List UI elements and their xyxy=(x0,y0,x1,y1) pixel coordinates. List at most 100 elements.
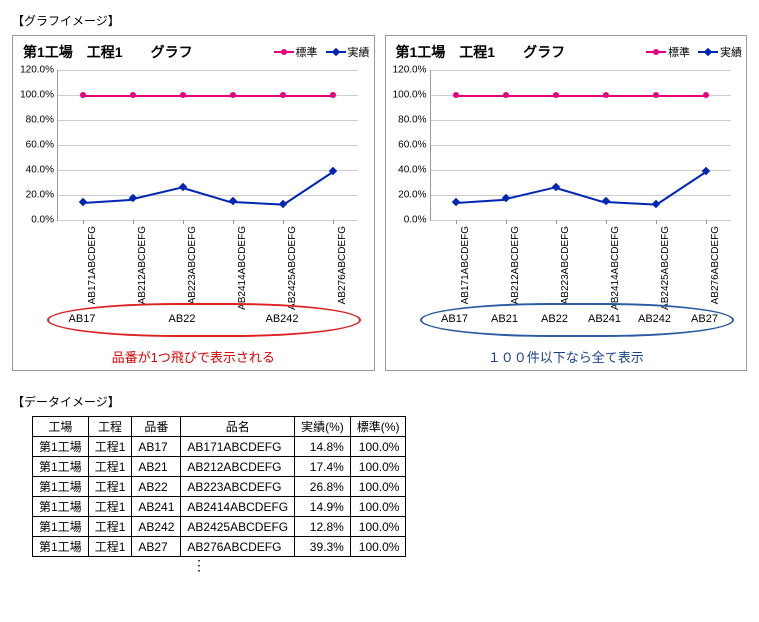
x-tick-label: AB212ABCDEFG xyxy=(510,226,521,304)
table-cell: 工程1 xyxy=(88,437,132,457)
table-row: 第1工場工程1AB22AB223ABCDEFG26.8%100.0% xyxy=(33,477,406,497)
table-cell: 第1工場 xyxy=(33,497,89,517)
y-tick-label: 100.0% xyxy=(393,90,427,101)
table-cell: AB171ABCDEFG xyxy=(181,437,295,457)
legend-act: 実績 xyxy=(348,44,370,60)
y-tick-label: 80.0% xyxy=(26,115,54,126)
group-label: AB22 xyxy=(541,313,568,325)
group-label: AB17 xyxy=(69,313,96,325)
data-table: 工場工程品番品名実績(%)標準(%) 第1工場工程1AB17AB171ABCDE… xyxy=(32,416,406,557)
table-cell: AB22 xyxy=(132,477,181,497)
table-cell: AB2414ABCDEFG xyxy=(181,497,295,517)
table-header: 品名 xyxy=(181,417,295,437)
table-cell: 工程1 xyxy=(88,537,132,557)
chart-left: 第1工場 工程1 グラフ 標準 実績 0.0%20.0%40.0%60.0%80… xyxy=(12,35,375,371)
chart-left-plot: 0.0%20.0%40.0%60.0%80.0%100.0%120.0%AB17… xyxy=(57,70,358,221)
table-cell: AB223ABCDEFG xyxy=(181,477,295,497)
table-cell: 工程1 xyxy=(88,457,132,477)
chart-right-plot: 0.0%20.0%40.0%60.0%80.0%100.0%120.0%AB17… xyxy=(430,70,731,221)
chart-row: 第1工場 工程1 グラフ 標準 実績 0.0%20.0%40.0%60.0%80… xyxy=(12,35,747,371)
legend-act: 実績 xyxy=(720,44,742,60)
table-row: 第1工場工程1AB241AB2414ABCDEFG14.9%100.0% xyxy=(33,497,406,517)
chart-right: 第1工場 工程1 グラフ 標準 実績 0.0%20.0%40.0%60.0%80… xyxy=(385,35,748,371)
table-cell: 第1工場 xyxy=(33,537,89,557)
table-cell: AB17 xyxy=(132,437,181,457)
chart-right-legend: 標準 実績 xyxy=(640,44,742,60)
chart-left-title: 第1工場 工程1 グラフ xyxy=(17,42,268,62)
table-cell: 14.8% xyxy=(295,437,351,457)
x-tick-label: AB276ABCDEFG xyxy=(337,226,348,304)
x-tick-label: AB223ABCDEFG xyxy=(187,226,198,304)
group-label: AB21 xyxy=(491,313,518,325)
table-vdots: ⋮ xyxy=(192,557,747,574)
chart-left-caption: 品番が1つ飛びで表示される xyxy=(17,347,370,366)
y-tick-label: 100.0% xyxy=(20,90,54,101)
x-tick-label: AB171ABCDEFG xyxy=(87,226,98,304)
chart-right-group-axis: AB17 AB21 AB22 AB241 AB242 AB27 xyxy=(430,311,730,337)
y-tick-label: 0.0% xyxy=(404,215,427,226)
y-tick-label: 0.0% xyxy=(31,215,54,226)
table-header: 品番 xyxy=(132,417,181,437)
x-tick-label: AB212ABCDEFG xyxy=(137,226,148,304)
table-cell: AB241 xyxy=(132,497,181,517)
table-cell: 工程1 xyxy=(88,477,132,497)
table-row: 第1工場工程1AB242AB2425ABCDEFG12.8%100.0% xyxy=(33,517,406,537)
table-row: 第1工場工程1AB17AB171ABCDEFG14.8%100.0% xyxy=(33,437,406,457)
y-tick-label: 40.0% xyxy=(398,165,426,176)
y-tick-label: 80.0% xyxy=(398,115,426,126)
graph-section-label: 【グラフイメージ】 xyxy=(12,12,747,29)
group-label: AB17 xyxy=(441,313,468,325)
y-tick-label: 120.0% xyxy=(20,65,54,76)
table-cell: 第1工場 xyxy=(33,517,89,537)
group-label: AB27 xyxy=(691,313,718,325)
x-tick-label: AB2414ABCDEFG xyxy=(610,226,621,310)
x-tick-label: AB276ABCDEFG xyxy=(710,226,721,304)
data-section-label: 【データイメージ】 xyxy=(12,393,747,410)
table-cell: 工程1 xyxy=(88,497,132,517)
x-tick-label: AB2425ABCDEFG xyxy=(287,226,298,310)
group-label: AB241 xyxy=(588,313,621,325)
table-cell: AB276ABCDEFG xyxy=(181,537,295,557)
y-tick-label: 60.0% xyxy=(26,140,54,151)
x-tick-label: AB171ABCDEFG xyxy=(460,226,471,304)
table-cell: 第1工場 xyxy=(33,437,89,457)
chart-left-group-axis: AB17 AB22 AB242 xyxy=(57,311,357,337)
legend-std: 標準 xyxy=(296,44,318,60)
y-tick-label: 20.0% xyxy=(26,190,54,201)
y-tick-label: 120.0% xyxy=(393,65,427,76)
table-cell: 100.0% xyxy=(350,477,406,497)
group-label: AB242 xyxy=(265,313,298,325)
chart-left-legend: 標準 実績 xyxy=(268,44,370,60)
x-tick-label: AB2425ABCDEFG xyxy=(660,226,671,310)
table-cell: 14.9% xyxy=(295,497,351,517)
y-tick-label: 40.0% xyxy=(26,165,54,176)
table-cell: 100.0% xyxy=(350,537,406,557)
x-tick-label: AB223ABCDEFG xyxy=(560,226,571,304)
y-tick-label: 20.0% xyxy=(398,190,426,201)
table-header: 標準(%) xyxy=(350,417,406,437)
table-cell: 17.4% xyxy=(295,457,351,477)
table-cell: AB27 xyxy=(132,537,181,557)
legend-std: 標準 xyxy=(668,44,690,60)
table-row: 第1工場工程1AB21AB212ABCDEFG17.4%100.0% xyxy=(33,457,406,477)
table-header: 工程 xyxy=(88,417,132,437)
table-cell: 26.8% xyxy=(295,477,351,497)
table-cell: 12.8% xyxy=(295,517,351,537)
group-label: AB242 xyxy=(638,313,671,325)
table-cell: AB212ABCDEFG xyxy=(181,457,295,477)
table-cell: 100.0% xyxy=(350,517,406,537)
table-cell: 100.0% xyxy=(350,457,406,477)
table-cell: 100.0% xyxy=(350,437,406,457)
chart-right-title: 第1工場 工程1 グラフ xyxy=(390,42,641,62)
table-header: 工場 xyxy=(33,417,89,437)
table-cell: AB242 xyxy=(132,517,181,537)
y-tick-label: 60.0% xyxy=(398,140,426,151)
table-header: 実績(%) xyxy=(295,417,351,437)
group-label: AB22 xyxy=(169,313,196,325)
table-cell: AB21 xyxy=(132,457,181,477)
table-cell: 工程1 xyxy=(88,517,132,537)
table-cell: 第1工場 xyxy=(33,457,89,477)
table-cell: AB2425ABCDEFG xyxy=(181,517,295,537)
table-cell: 100.0% xyxy=(350,497,406,517)
chart-right-caption: １００件以下なら全て表示 xyxy=(390,347,743,366)
